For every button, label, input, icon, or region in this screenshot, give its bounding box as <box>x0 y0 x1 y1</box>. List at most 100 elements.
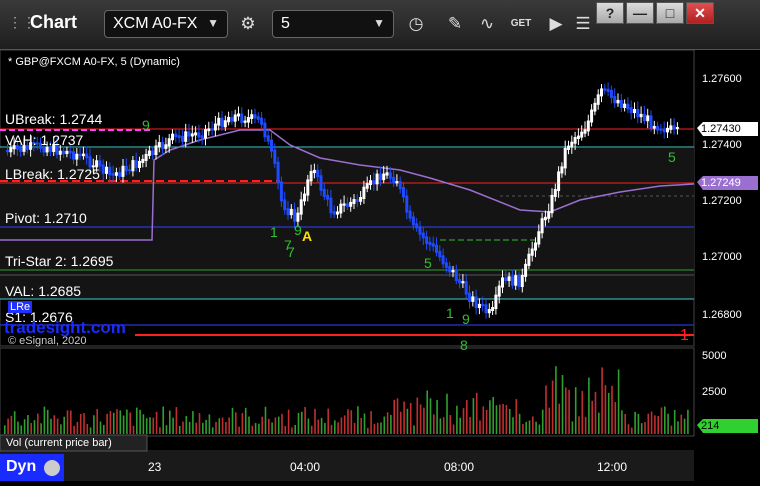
scroll-icon[interactable] <box>44 460 60 476</box>
volume-bar <box>386 412 389 434</box>
volume-bar <box>152 417 155 434</box>
volume-bar <box>327 408 329 434</box>
volume-bar <box>10 415 13 434</box>
candle-body <box>392 176 396 184</box>
candle-body <box>675 126 679 130</box>
chart-canvas[interactable]: 9579175981 <box>0 49 760 481</box>
candle-body <box>649 115 653 129</box>
drag-grip-icon[interactable]: ⋮⋮ <box>8 14 36 30</box>
help-button[interactable]: ? <box>596 2 624 24</box>
candle-body <box>510 276 514 286</box>
volume-bar <box>466 400 468 434</box>
candle-body <box>352 199 356 204</box>
candle-body <box>266 135 270 142</box>
volume-bar <box>337 422 339 434</box>
price-chart[interactable]: 9579175981 * GBP@FXCM A0-FX, 5 (Dynamic)… <box>0 49 760 481</box>
candle-body <box>312 169 316 174</box>
candle-body <box>365 183 369 189</box>
candle-body <box>299 199 303 215</box>
close-button[interactable]: ✕ <box>686 2 714 24</box>
volume-bar <box>294 424 296 434</box>
candle-body <box>101 164 105 174</box>
candle-body <box>263 122 267 138</box>
candle-body <box>75 153 79 160</box>
interval-selector[interactable]: 5 ▼ <box>272 10 394 38</box>
candle-body <box>220 117 224 128</box>
current-price-tag: 1.27430 <box>701 123 741 135</box>
candle-body <box>362 186 366 200</box>
volume-bar <box>129 412 131 434</box>
volume-bar <box>103 424 105 434</box>
play-icon[interactable]: ▶ <box>541 10 571 38</box>
candle-body <box>550 194 554 214</box>
volume-bar <box>30 422 32 434</box>
volume-bar <box>334 420 336 434</box>
time-tick: 12:00 <box>597 460 628 474</box>
candle-body <box>250 114 254 119</box>
sequence-label: 9 <box>142 117 150 133</box>
candle-body <box>223 120 227 128</box>
volume-bar <box>287 409 290 434</box>
volume-bar <box>492 396 494 434</box>
volume-tag: 214 <box>701 420 720 432</box>
candle-body <box>494 294 498 310</box>
candle-body <box>286 208 290 216</box>
get-data-icon[interactable]: GET <box>506 10 536 38</box>
study-icon[interactable]: ∿ <box>472 10 502 38</box>
volume-bar <box>178 425 181 434</box>
candle-body <box>72 151 75 160</box>
candle-body <box>187 131 191 137</box>
candle-body <box>210 128 214 131</box>
volume-bar <box>165 425 168 434</box>
volume-bar <box>89 427 92 434</box>
candle-body <box>458 278 462 284</box>
candle-body <box>217 117 221 126</box>
menu-icon[interactable]: ☰ <box>568 10 598 38</box>
volume-bar <box>403 401 405 434</box>
volume-bar <box>33 420 36 434</box>
volume-bar <box>119 410 122 434</box>
volume-bar <box>248 416 250 434</box>
volume-bar <box>621 410 623 434</box>
candle-body <box>105 166 108 174</box>
volume-bar <box>297 412 300 434</box>
sequence-label: 8 <box>460 337 468 353</box>
volume-bar <box>673 410 676 434</box>
volume-bar <box>479 420 481 434</box>
clock-icon[interactable]: ◷ <box>401 10 431 38</box>
candle-body <box>395 181 399 184</box>
volume-bar <box>584 416 587 434</box>
volume-bar <box>396 398 399 434</box>
volume-bar <box>188 421 191 434</box>
maximize-button[interactable]: □ <box>656 2 684 24</box>
candle-body <box>369 180 372 186</box>
volume-bar <box>271 422 273 434</box>
candle-body <box>138 160 141 168</box>
dyn-button-label[interactable]: Dyn <box>6 458 36 476</box>
candle-body <box>237 113 240 117</box>
volume-bar <box>413 425 415 434</box>
volume-bar <box>79 413 82 434</box>
volume-bar <box>456 405 458 434</box>
pencil-icon[interactable]: ✎ <box>440 10 470 38</box>
candle-body <box>606 88 610 92</box>
candle-body <box>484 304 488 314</box>
symbol-selector[interactable]: XCM A0-FX ▼ <box>104 10 228 38</box>
volume-bar <box>664 406 666 434</box>
candle-body <box>435 244 438 253</box>
candle-body <box>487 309 491 314</box>
candle-body <box>590 109 594 123</box>
minimize-button[interactable]: — <box>626 2 654 24</box>
candle-body <box>415 223 419 229</box>
volume-bar <box>274 417 277 434</box>
candle-body <box>626 103 630 110</box>
sequence-label: 7 <box>287 244 295 260</box>
candle-body <box>639 113 643 118</box>
volume-bar <box>525 421 527 434</box>
candle-body <box>388 172 392 179</box>
gear-icon[interactable]: ⚙ <box>233 10 263 38</box>
volume-bar <box>268 418 270 434</box>
volume-bar <box>155 411 158 434</box>
candle-body <box>283 199 287 211</box>
candle-body <box>339 203 343 214</box>
